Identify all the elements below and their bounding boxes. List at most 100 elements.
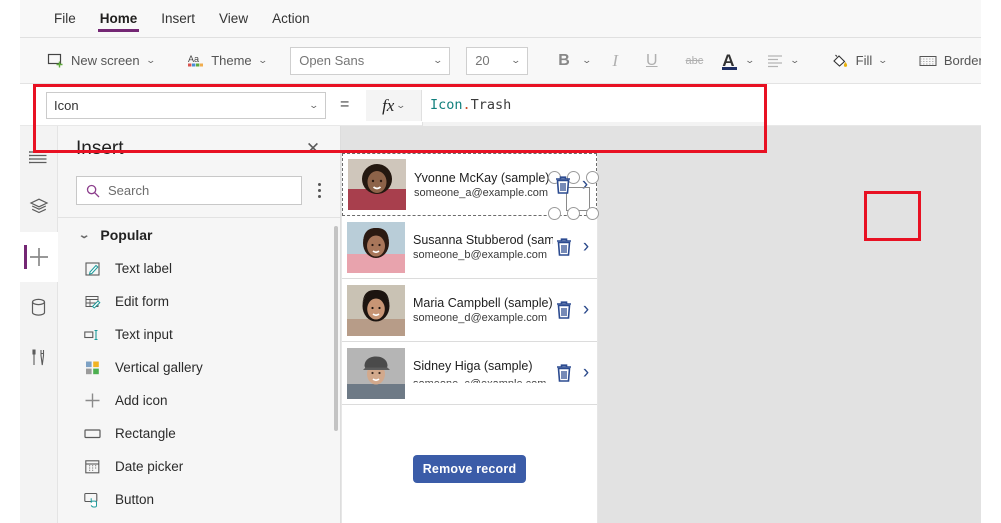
row-text: Susanna Stubberod (sample) someone_b@exa…: [405, 233, 553, 261]
sidebar-item-tree-view[interactable]: [20, 132, 58, 182]
tools-icon: [32, 348, 45, 365]
kebab-dot: [317, 183, 321, 186]
list-item-label: Rectangle: [115, 426, 176, 441]
new-screen-label: New screen: [71, 53, 140, 68]
chevron-down-icon: ⌄: [510, 55, 521, 65]
strikethrough-button[interactable]: abc: [672, 51, 718, 71]
list-item-label: Edit form: [115, 294, 170, 309]
formula-token-identifier: Icon: [430, 97, 463, 113]
font-family-select[interactable]: Open Sans ⌄: [290, 46, 451, 75]
button-icon: [84, 491, 101, 508]
sidebar-item-tools[interactable]: [20, 332, 58, 382]
list-item-label: Text label: [115, 261, 173, 276]
table-row[interactable]: Maria Campbell (sample) someone_d@exampl…: [342, 279, 597, 342]
menu-item-action[interactable]: Action: [260, 0, 322, 38]
bold-button[interactable]: B ⌄: [544, 48, 598, 74]
row-text: Sidney Higa (sample) someone_c@example.c…: [405, 359, 553, 387]
property-select[interactable]: Icon ⌄: [46, 92, 326, 119]
sidebar-item-insert[interactable]: [19, 232, 58, 282]
table-row[interactable]: Yvonne McKay (sample) someone_a@example.…: [342, 153, 599, 220]
sidebar-item-layers[interactable]: [20, 182, 58, 232]
trash-icon[interactable]: [553, 363, 575, 383]
list-item-button[interactable]: Button: [58, 483, 340, 516]
list-item-text-label[interactable]: Text label: [58, 252, 340, 285]
window-gutter-right: [981, 0, 1001, 523]
rectangle-icon: [84, 425, 101, 442]
kebab-dot: [317, 195, 321, 198]
new-screen-button[interactable]: New screen ⌄: [38, 48, 162, 74]
chevron-down-icon: ⌄: [145, 55, 156, 65]
align-button[interactable]: ⌄: [758, 48, 807, 74]
list-item-rectangle[interactable]: Rectangle: [58, 417, 340, 450]
underline-label: U: [645, 51, 658, 69]
list-item-text-input[interactable]: Text input: [58, 318, 340, 351]
table-row[interactable]: Susanna Stubberod (sample) someone_b@exa…: [342, 216, 597, 279]
power-apps-studio: File Home Insert View Action New screen …: [0, 0, 1001, 523]
ribbon-toolbar: New screen ⌄ Aa Theme ⌄ Open Sans ⌄ 20 ⌄…: [20, 38, 999, 84]
chevron-right-icon[interactable]: ›: [575, 299, 597, 321]
font-color-button[interactable]: A ⌄: [717, 52, 758, 70]
row-name: Maria Campbell (sample): [413, 296, 553, 310]
menu-item-insert[interactable]: Insert: [149, 0, 207, 38]
property-select-value: Icon: [54, 98, 79, 113]
fill-button[interactable]: Fill ⌄: [823, 48, 895, 74]
insert-panel: Insert ✕ Search ⌄ Popular Text label Edi…: [58, 126, 341, 523]
add-icon: [84, 392, 101, 409]
underline-button[interactable]: U: [632, 48, 672, 74]
date-picker-icon: [84, 458, 101, 475]
database-icon: [31, 298, 46, 316]
new-screen-icon: [46, 52, 64, 70]
menu-item-file[interactable]: File: [42, 0, 88, 38]
text-label-icon: [84, 260, 101, 277]
bold-label: B: [558, 51, 570, 69]
border-label: Border: [943, 53, 983, 68]
row-email: someone_c@example.com: [413, 378, 547, 387]
row-text: Maria Campbell (sample) someone_d@exampl…: [405, 296, 553, 324]
chevron-right-icon[interactable]: ›: [575, 362, 597, 384]
list-item-label: Add icon: [115, 393, 168, 408]
more-options-icon[interactable]: [308, 178, 330, 204]
font-size-value: 20: [475, 53, 490, 68]
menu-item-view[interactable]: View: [207, 0, 260, 38]
chevron-right-icon[interactable]: ›: [575, 236, 597, 258]
insert-items-list: ⌄ Popular Text label Edit form Text inpu…: [58, 217, 340, 522]
trash-icon[interactable]: [553, 300, 575, 320]
menu-item-home[interactable]: Home: [88, 0, 150, 38]
font-family-value: Open Sans: [299, 53, 365, 68]
remove-record-button[interactable]: Remove record: [413, 455, 526, 483]
row-email: someone_d@example.com: [413, 312, 548, 324]
formula-token-dot: .: [462, 97, 471, 113]
group-header-label: Popular: [100, 227, 153, 243]
svg-text:Aa: Aa: [188, 54, 199, 64]
sidebar-item-data[interactable]: [20, 282, 58, 332]
formula-input[interactable]: Icon. Trash: [422, 88, 1001, 122]
search-input[interactable]: Search: [76, 176, 302, 205]
group-header-popular[interactable]: ⌄ Popular: [58, 218, 340, 252]
avatar: [348, 159, 406, 210]
fx-button[interactable]: fx ⌄: [366, 90, 422, 121]
resize-handle-ne[interactable]: [586, 170, 599, 184]
list-item-add-icon[interactable]: Add icon: [58, 384, 340, 417]
trash-icon[interactable]: [553, 237, 575, 257]
row-email: someone_b@example.com: [413, 249, 548, 261]
list-item-edit-form[interactable]: Edit form: [58, 285, 340, 318]
list-item-date-picker[interactable]: Date picker: [58, 450, 340, 483]
close-icon[interactable]: ✕: [302, 138, 324, 160]
fill-label: Fill: [855, 53, 873, 68]
trash-icon-selected[interactable]: [548, 170, 599, 220]
italic-button[interactable]: I: [598, 47, 632, 75]
font-family-group: Open Sans ⌄: [282, 38, 458, 84]
chevron-down-icon: ⌄: [877, 55, 889, 65]
theme-group: Aa Theme ⌄: [170, 38, 282, 84]
vertical-gallery-icon: [84, 359, 101, 376]
panel-scrollbar[interactable]: [334, 226, 338, 431]
chevron-down-icon: ⌄: [744, 55, 755, 65]
font-size-group: 20 ⌄: [458, 38, 536, 84]
table-row[interactable]: Sidney Higa (sample) someone_c@example.c…: [342, 342, 597, 405]
italic-label: I: [612, 50, 618, 70]
vertical-gallery[interactable]: Yvonne McKay (sample) someone_a@example.…: [341, 152, 599, 523]
insert-search-row: Search: [58, 172, 340, 217]
list-item-vertical-gallery[interactable]: Vertical gallery: [58, 351, 340, 384]
font-size-select[interactable]: 20 ⌄: [466, 46, 529, 75]
theme-button[interactable]: Aa Theme ⌄: [178, 48, 274, 74]
